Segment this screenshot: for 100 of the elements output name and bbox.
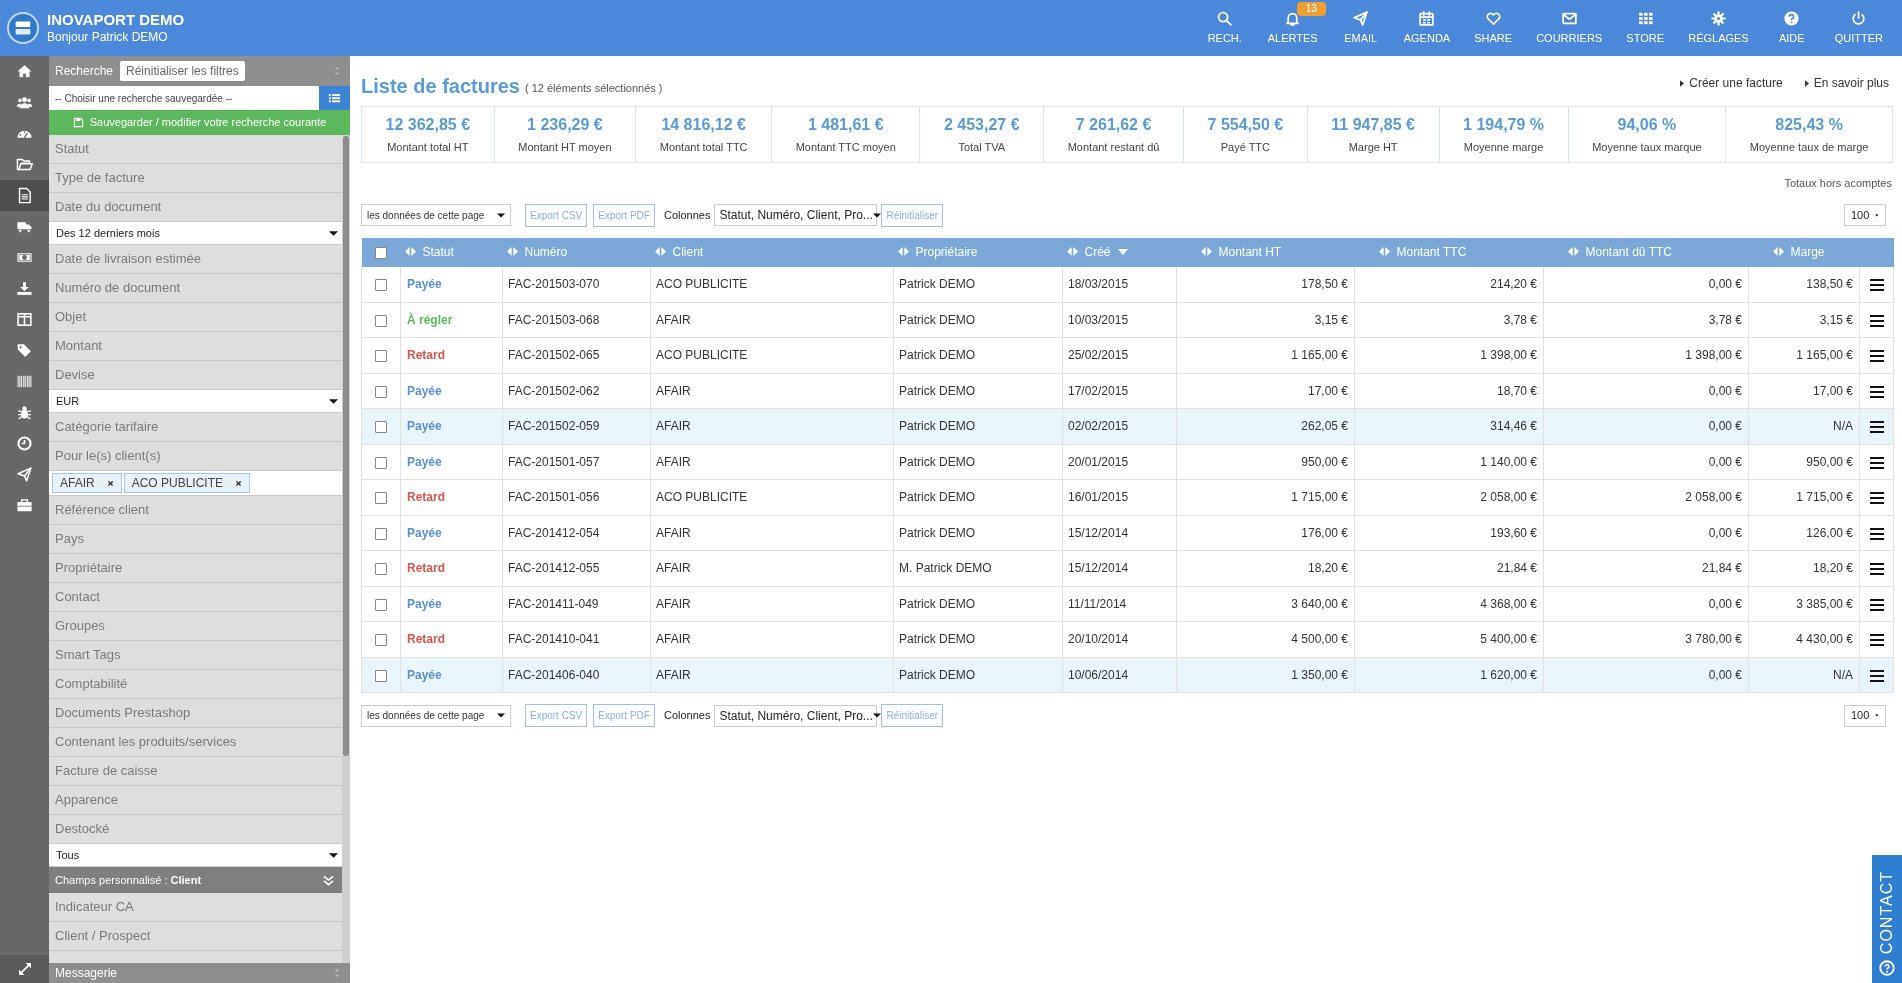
filter-item[interactable]: Numéro de document bbox=[49, 274, 342, 303]
filter-item[interactable]: Documents Prestashop bbox=[49, 699, 342, 728]
filter-item[interactable]: Facture de caisse bbox=[49, 757, 342, 786]
table-row[interactable]: Payée FAC-201406-040 AFAIR Patrick DEMO 10/06/2014 1 350,00 € 1 620,00 € 0,00 € N/A bbox=[361, 657, 1894, 693]
filter-item[interactable]: Contact bbox=[49, 583, 342, 612]
table-row[interactable]: Retard FAC-201410-041 AFAIR Patrick DEMO 20/10/2014 4 500,00 € 5 400,00 € 3 780,00 € 4 430,00 € bbox=[361, 621, 1894, 657]
checkbox[interactable] bbox=[375, 350, 387, 363]
checkbox[interactable] bbox=[375, 278, 387, 291]
nav-button[interactable]: ALERTES 13 bbox=[1256, 0, 1329, 56]
page-size-dropdown[interactable]: 100 bbox=[1844, 204, 1886, 226]
export-button[interactable]: Export CSV bbox=[525, 704, 588, 727]
filter-item[interactable]: Référence client bbox=[49, 496, 342, 525]
table-row[interactable]: Retard FAC-201502-065 ACO PUBLICITE Patrick DEMO 25/02/2015 1 165,00 € 1 398,00 € 1 398,00 € 1 165,00 € bbox=[361, 337, 1894, 373]
filter-item[interactable]: Objet bbox=[49, 303, 342, 332]
filter-item[interactable]: Catégorie tarifaire bbox=[49, 413, 342, 442]
nav-button[interactable]: AIDE bbox=[1759, 0, 1824, 56]
export-button[interactable]: Export PDF bbox=[593, 704, 655, 727]
filter-item[interactable]: Apparence bbox=[49, 786, 342, 815]
table-row[interactable]: Payée FAC-201412-054 AFAIR Patrick DEMO 15/12/2014 176,00 € 193,60 € 0,00 € 126,00 € bbox=[361, 515, 1894, 551]
table-cell: ACO PUBLICITE bbox=[656, 348, 748, 363]
column-header[interactable]: Client bbox=[650, 237, 894, 267]
header-link[interactable]: En savoir plus bbox=[1804, 74, 1889, 92]
nav-button[interactable]: RECH. bbox=[1192, 0, 1257, 56]
checkbox[interactable] bbox=[375, 421, 387, 434]
table-row[interactable]: Retard FAC-201501-056 ACO PUBLICITE Patrick DEMO 16/01/2015 1 715,00 € 2 058,00 € 2 058,00 € 1 715,00 € bbox=[361, 479, 1894, 515]
save-search-button[interactable]: Sauvegarder / modifier votre recherche courante bbox=[49, 110, 350, 135]
scrollbar-thumb[interactable] bbox=[343, 136, 349, 756]
columns-dropdown[interactable]: Statut, Numéro, Client, Pro... bbox=[714, 204, 878, 226]
export-button[interactable]: Export CSV bbox=[525, 203, 588, 227]
resize-icon bbox=[1772, 247, 1784, 257]
checkbox[interactable] bbox=[375, 492, 387, 505]
menu-icon bbox=[1869, 278, 1884, 291]
column-header[interactable]: Marge bbox=[1748, 237, 1860, 267]
table-row[interactable]: Payée FAC-201411-049 AFAIR Patrick DEMO 11/11/2014 3 640,00 € 4 368,00 € 0,00 € 3 385,00 € bbox=[361, 586, 1894, 622]
reset-columns-button[interactable]: Réinitialiser bbox=[881, 203, 944, 227]
filter-item[interactable]: Date de livraison estimée bbox=[49, 245, 342, 274]
checkbox[interactable] bbox=[375, 563, 387, 576]
menu-icon bbox=[1869, 598, 1884, 611]
contact-tab[interactable]: CONTACT bbox=[1872, 855, 1902, 983]
export-scope-dropdown[interactable]: les données de cette page bbox=[361, 204, 511, 226]
reset-columns-button[interactable]: Réinitialiser bbox=[881, 704, 944, 727]
table-row[interactable]: Payée FAC-201503-070 ACO PUBLICITE Patrick DEMO 18/03/2015 178,50 € 214,20 € 0,00 € 138,50 € bbox=[361, 266, 1894, 302]
column-header[interactable]: Propriétaire bbox=[893, 237, 1063, 267]
checkbox[interactable] bbox=[375, 314, 387, 327]
filter-select[interactable]: Tous bbox=[49, 844, 342, 867]
nav-button[interactable]: AGENDA bbox=[1392, 0, 1462, 56]
checkbox[interactable] bbox=[375, 385, 387, 398]
table-row[interactable]: Payée FAC-201501-057 AFAIR Patrick DEMO 20/01/2015 950,00 € 1 140,00 € 0,00 € 950,00 € bbox=[361, 444, 1894, 480]
column-header[interactable]: Montant HT bbox=[1176, 237, 1355, 267]
expand-button[interactable] bbox=[0, 955, 49, 983]
filter-select[interactable]: EUR bbox=[49, 390, 342, 413]
column-header[interactable]: Créé bbox=[1062, 237, 1177, 267]
table-cell: Patrick DEMO bbox=[899, 383, 975, 398]
table-row[interactable]: Payée FAC-201502-062 AFAIR Patrick DEMO 17/02/2015 17,00 € 18,70 € 0,00 € 17,00 € bbox=[361, 373, 1894, 409]
nav-button[interactable]: QUITTER bbox=[1823, 0, 1894, 56]
column-header[interactable]: Statut bbox=[400, 237, 503, 267]
nav-button[interactable]: RÉGLAGES bbox=[1677, 0, 1760, 56]
checkbox[interactable] bbox=[375, 669, 387, 682]
export-scope-dropdown[interactable]: les données de cette page bbox=[361, 704, 511, 727]
nav-button[interactable]: COURRIERS bbox=[1525, 0, 1614, 56]
column-header[interactable]: Montant dû TTC bbox=[1543, 237, 1749, 267]
nav-button[interactable]: EMAIL bbox=[1328, 0, 1393, 56]
export-button[interactable]: Export PDF bbox=[593, 203, 655, 227]
column-header[interactable]: Numéro bbox=[502, 237, 651, 267]
nav-button[interactable]: STORE bbox=[1613, 0, 1678, 56]
checkbox[interactable] bbox=[375, 527, 387, 540]
filter-select[interactable]: Des 12 derniers mois bbox=[49, 222, 342, 245]
filter-item[interactable]: Smart Tags bbox=[49, 641, 342, 670]
checkbox[interactable] bbox=[375, 456, 387, 469]
saved-search-dropdown[interactable]: -- Choisir une recherche sauvegardée -- bbox=[49, 86, 319, 110]
filter-item[interactable]: Contenant les produits/services bbox=[49, 728, 342, 757]
table-cell: 2 058,00 € bbox=[1480, 490, 1537, 505]
table-cell: 15/12/2014 bbox=[1068, 525, 1129, 540]
filter-item[interactable]: Indicateur CA bbox=[49, 893, 342, 922]
list-button[interactable] bbox=[319, 86, 350, 110]
column-header[interactable]: Montant TTC bbox=[1354, 237, 1544, 267]
nav-button[interactable]: SHARE bbox=[1461, 0, 1526, 56]
page-size-dropdown[interactable]: 100 bbox=[1844, 704, 1886, 727]
filter-item[interactable]: Statut bbox=[49, 135, 342, 164]
table-row[interactable]: Retard FAC-201412-055 AFAIR M. Patrick DEMO 15/12/2014 18,20 € 21,84 € 21,84 € 18,20 € bbox=[361, 550, 1894, 586]
reset-filters-button[interactable]: Réinitialiser les filtres bbox=[120, 61, 245, 81]
sidebar-nav-item[interactable] bbox=[0, 180, 49, 211]
table-row[interactable]: Payée FAC-201502-059 AFAIR Patrick DEMO 02/02/2015 262,05 € 314,46 € 0,00 € N/A bbox=[361, 408, 1894, 444]
checkbox[interactable] bbox=[375, 246, 387, 259]
filter-item[interactable]: Montant bbox=[49, 332, 342, 361]
filter-item[interactable]: Groupes bbox=[49, 612, 342, 641]
filter-item[interactable]: Type de facture bbox=[49, 164, 342, 193]
status-label: Payée bbox=[407, 596, 442, 611]
tag-input-field[interactable]: AFAIR ACO PUBLICITE bbox=[49, 471, 342, 496]
filter-item[interactable]: Pays bbox=[49, 525, 342, 554]
table-cell: 16/01/2015 bbox=[1068, 490, 1129, 505]
filter-item[interactable]: Propriétaire bbox=[49, 554, 342, 583]
table-cell: 02/02/2015 bbox=[1068, 419, 1129, 434]
columns-dropdown[interactable]: Statut, Numéro, Client, Pro... bbox=[714, 704, 878, 727]
checkbox[interactable] bbox=[375, 598, 387, 611]
header-link[interactable]: Créer une facture bbox=[1680, 74, 1783, 92]
filter-item[interactable]: Client / Prospect bbox=[49, 922, 342, 951]
filter-item[interactable]: Comptabilité bbox=[49, 670, 342, 699]
checkbox[interactable] bbox=[375, 634, 387, 647]
table-row[interactable]: À régler FAC-201503-068 AFAIR Patrick DEMO 10/03/2015 3,15 € 3,78 € 3,78 € 3,15 € bbox=[361, 302, 1894, 338]
